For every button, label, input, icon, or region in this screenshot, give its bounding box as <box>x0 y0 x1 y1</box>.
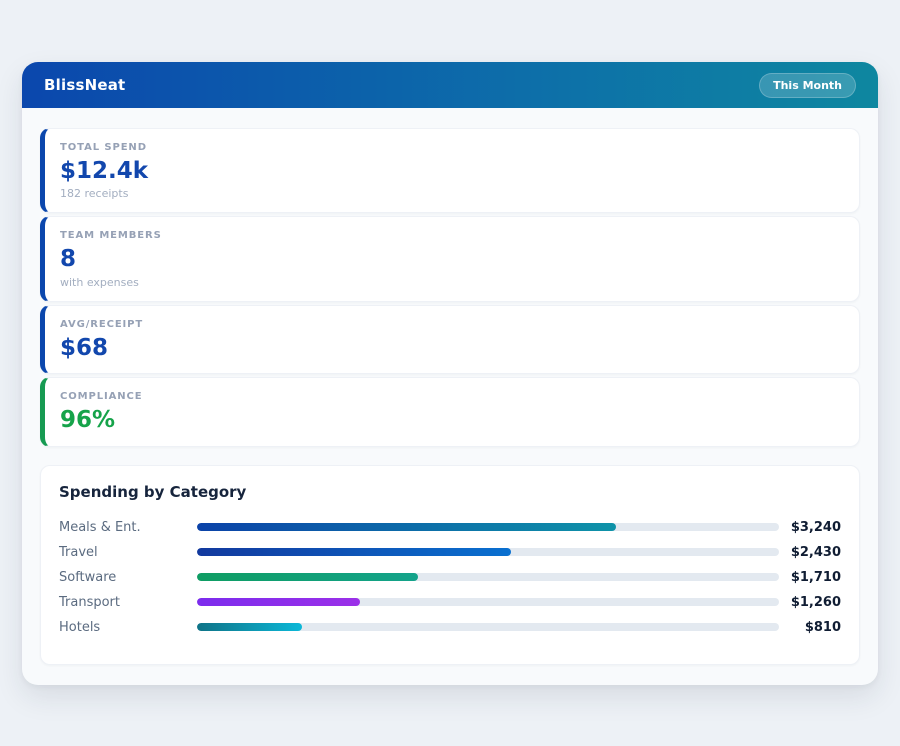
stat-label: COMPLIANCE <box>60 391 841 402</box>
chart-rows: Meals & Ent. $3,240 Travel $2,430 Software $1… <box>59 515 841 640</box>
chart-bar-fill <box>197 523 616 531</box>
stats-list: TOTAL SPEND $12.4k 182 receipts TEAM MEMBER… <box>40 128 860 447</box>
chart-bar-track <box>197 598 779 606</box>
chart-value-label: $1,710 <box>779 570 841 585</box>
chart-bar-track <box>197 523 779 531</box>
stat-label: TEAM MEMBERS <box>60 230 841 241</box>
chart-bar-fill <box>197 573 418 581</box>
chart-category-label: Software <box>59 570 197 585</box>
chart-bar-track <box>197 548 779 556</box>
chart-bar-track <box>197 623 779 631</box>
chart-title: Spending by Category <box>59 483 841 501</box>
stat-subtitle: 182 receipts <box>60 187 841 200</box>
dashboard-content: TOTAL SPEND $12.4k 182 receipts TEAM MEMBER… <box>22 108 878 665</box>
stat-value: 96% <box>60 407 841 433</box>
stat-label: AVG/RECEIPT <box>60 319 841 330</box>
app-header: BlissNeat This Month <box>22 62 878 108</box>
stat-value: $12.4k <box>60 158 841 184</box>
chart-bar-fill <box>197 548 511 556</box>
chart-bar-fill <box>197 598 360 606</box>
chart-value-label: $2,430 <box>779 545 841 560</box>
dashboard-container: BlissNeat This Month TOTAL SPEND $12.4k 18… <box>22 62 878 685</box>
chart-row: Transport $1,260 <box>59 590 841 615</box>
stat-card: TOTAL SPEND $12.4k 182 receipts <box>40 128 860 213</box>
stat-value: $68 <box>60 335 841 361</box>
stat-card: TEAM MEMBERS 8 with expenses <box>40 216 860 301</box>
stat-card: AVG/RECEIPT $68 <box>40 305 860 374</box>
chart-row: Travel $2,430 <box>59 540 841 565</box>
chart-value-label: $1,260 <box>779 595 841 610</box>
chart-value-label: $3,240 <box>779 520 841 535</box>
chart-category-label: Hotels <box>59 620 197 635</box>
stat-label: TOTAL SPEND <box>60 142 841 153</box>
chart-row: Meals & Ent. $3,240 <box>59 515 841 540</box>
spending-chart-card: Spending by Category Meals & Ent. $3,240 T… <box>40 465 860 665</box>
chart-category-label: Meals & Ent. <box>59 520 197 535</box>
chart-category-label: Transport <box>59 595 197 610</box>
stat-card: COMPLIANCE 96% <box>40 377 860 446</box>
stat-value: 8 <box>60 246 841 272</box>
chart-value-label: $810 <box>779 620 841 635</box>
chart-category-label: Travel <box>59 545 197 560</box>
chart-row: Software $1,710 <box>59 565 841 590</box>
app-title: BlissNeat <box>44 76 125 94</box>
chart-bar-track <box>197 573 779 581</box>
stat-subtitle: with expenses <box>60 276 841 289</box>
chart-bar-fill <box>197 623 302 631</box>
period-badge[interactable]: This Month <box>759 73 856 98</box>
chart-row: Hotels $810 <box>59 615 841 640</box>
